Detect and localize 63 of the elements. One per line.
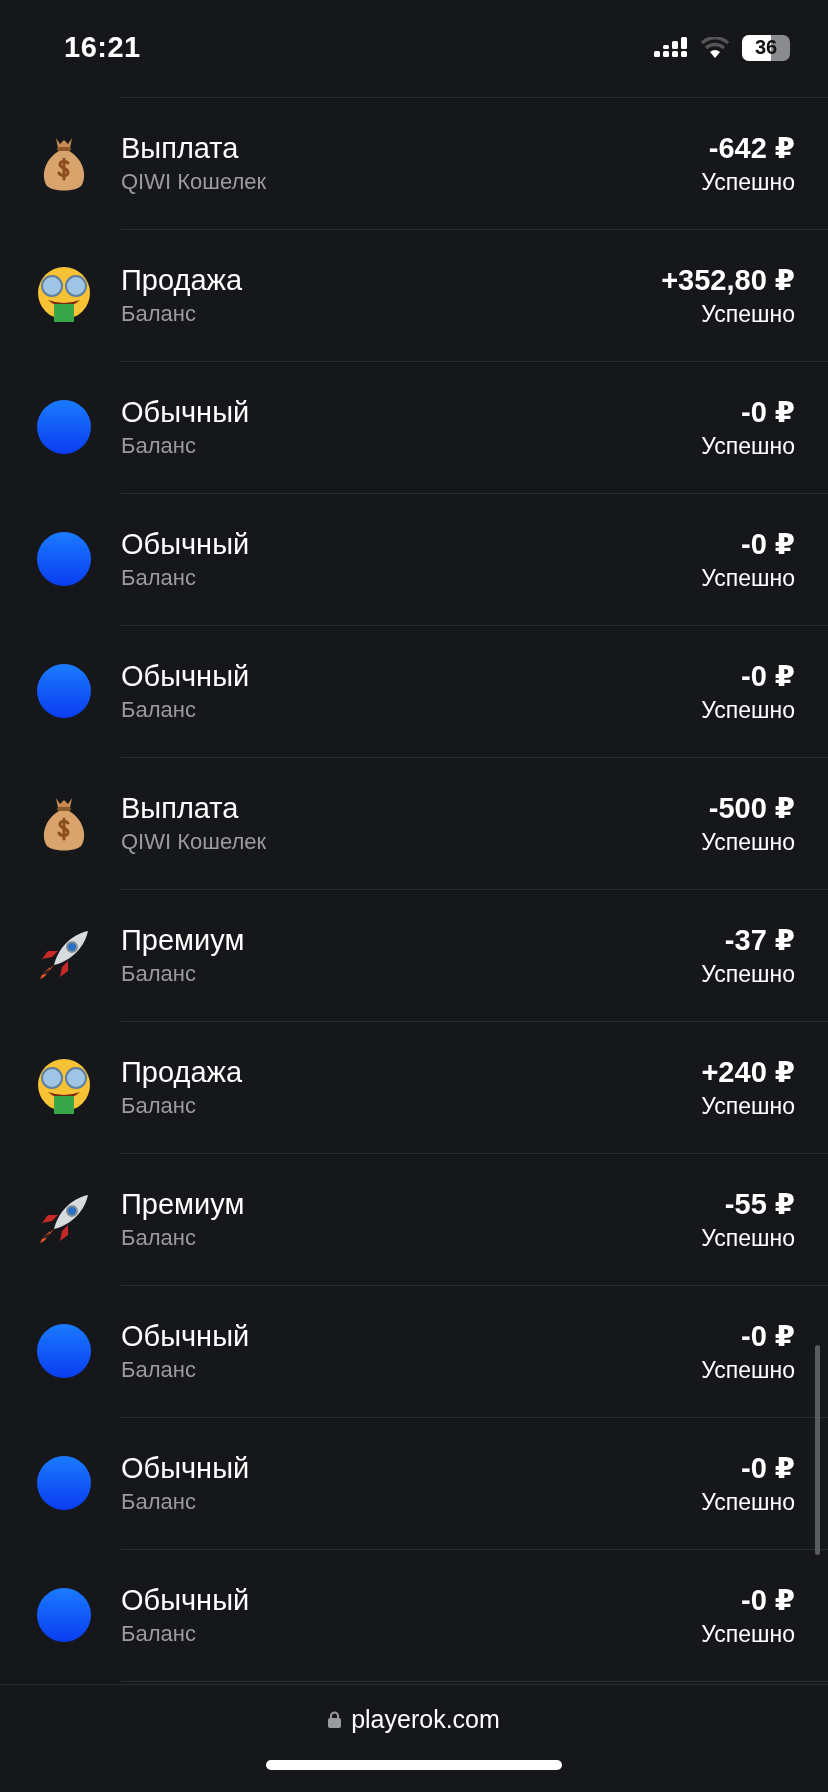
transaction-amount: -55 ₽: [724, 1187, 795, 1221]
transaction-status: Успешно: [701, 1489, 795, 1516]
transaction-amount: -37 ₽: [724, 923, 795, 957]
money-face-icon: [35, 266, 92, 324]
url-text[interactable]: playerok.com: [351, 1705, 500, 1734]
transaction-title: Премиум: [121, 924, 245, 957]
transaction-status: Успешно: [701, 1621, 795, 1648]
transaction-status: Успешно: [701, 829, 795, 856]
transaction-status: Успешно: [701, 565, 795, 592]
home-indicator[interactable]: [266, 1760, 562, 1770]
transaction-amount: -500 ₽: [708, 791, 795, 825]
transaction-status: Успешно: [701, 1093, 795, 1120]
transaction-title: Обычный: [121, 1320, 250, 1353]
transaction-amount: -642 ₽: [708, 131, 795, 165]
status-time: 16:21: [64, 31, 141, 64]
transaction-amount: +240 ₽: [701, 1055, 795, 1089]
transaction-source: Баланс: [121, 433, 196, 459]
circle-icon: [36, 664, 91, 718]
transaction-amount: -0 ₽: [740, 1319, 795, 1353]
transaction-source: Баланс: [121, 565, 196, 591]
transaction-title: Обычный: [121, 1452, 250, 1485]
transaction-source: Баланс: [121, 1489, 196, 1515]
transaction-status: Успешно: [701, 1225, 795, 1252]
transaction-source: Баланс: [121, 697, 196, 723]
money-face-icon: [35, 1058, 92, 1116]
transaction-title: Выплата: [121, 792, 239, 825]
transaction-amount: -0 ₽: [740, 395, 795, 429]
transaction-amount: -0 ₽: [740, 1451, 795, 1485]
circle-icon: [36, 1588, 91, 1642]
transaction-status: Успешно: [701, 697, 795, 724]
transaction-title: Выплата: [121, 132, 239, 165]
transaction-title: Обычный: [121, 1584, 250, 1617]
lock-icon: [328, 1711, 342, 1728]
transaction-source: Баланс: [121, 301, 196, 327]
transaction-amount: -0 ₽: [740, 1583, 795, 1617]
transaction-status: Успешно: [701, 169, 795, 196]
transaction-source: Баланс: [121, 1621, 196, 1647]
transaction-status: Успешно: [701, 301, 795, 328]
circle-icon: [36, 1456, 91, 1510]
transaction-amount: +352,80 ₽: [661, 263, 795, 297]
transaction-status: Успешно: [701, 961, 795, 988]
transaction-title: Обычный: [121, 528, 250, 561]
transaction-source: QIWI Кошелек: [121, 169, 267, 195]
transaction-amount: -0 ₽: [740, 659, 795, 693]
transaction-source: Баланс: [121, 1225, 196, 1251]
transaction-title: Премиум: [121, 1188, 245, 1221]
transaction-source: Баланс: [121, 961, 196, 987]
transaction-status: Успешно: [701, 433, 795, 460]
circle-icon: [36, 1324, 91, 1378]
transaction-title: Обычный: [121, 396, 250, 429]
circle-icon: [36, 400, 91, 454]
circle-icon: [36, 532, 91, 586]
transaction-source: Баланс: [121, 1357, 196, 1383]
transaction-source: QIWI Кошелек: [121, 829, 267, 855]
transaction-source: Баланс: [121, 1093, 196, 1119]
signal-icon: [654, 36, 688, 59]
transaction-amount: -0 ₽: [740, 527, 795, 561]
transaction-title: Продажа: [121, 1056, 243, 1089]
transaction-status: Успешно: [701, 1357, 795, 1384]
wifi-icon: [700, 36, 730, 59]
transaction-title: Обычный: [121, 660, 250, 693]
transaction-title: Продажа: [121, 264, 243, 297]
battery-icon: 36: [742, 34, 790, 61]
